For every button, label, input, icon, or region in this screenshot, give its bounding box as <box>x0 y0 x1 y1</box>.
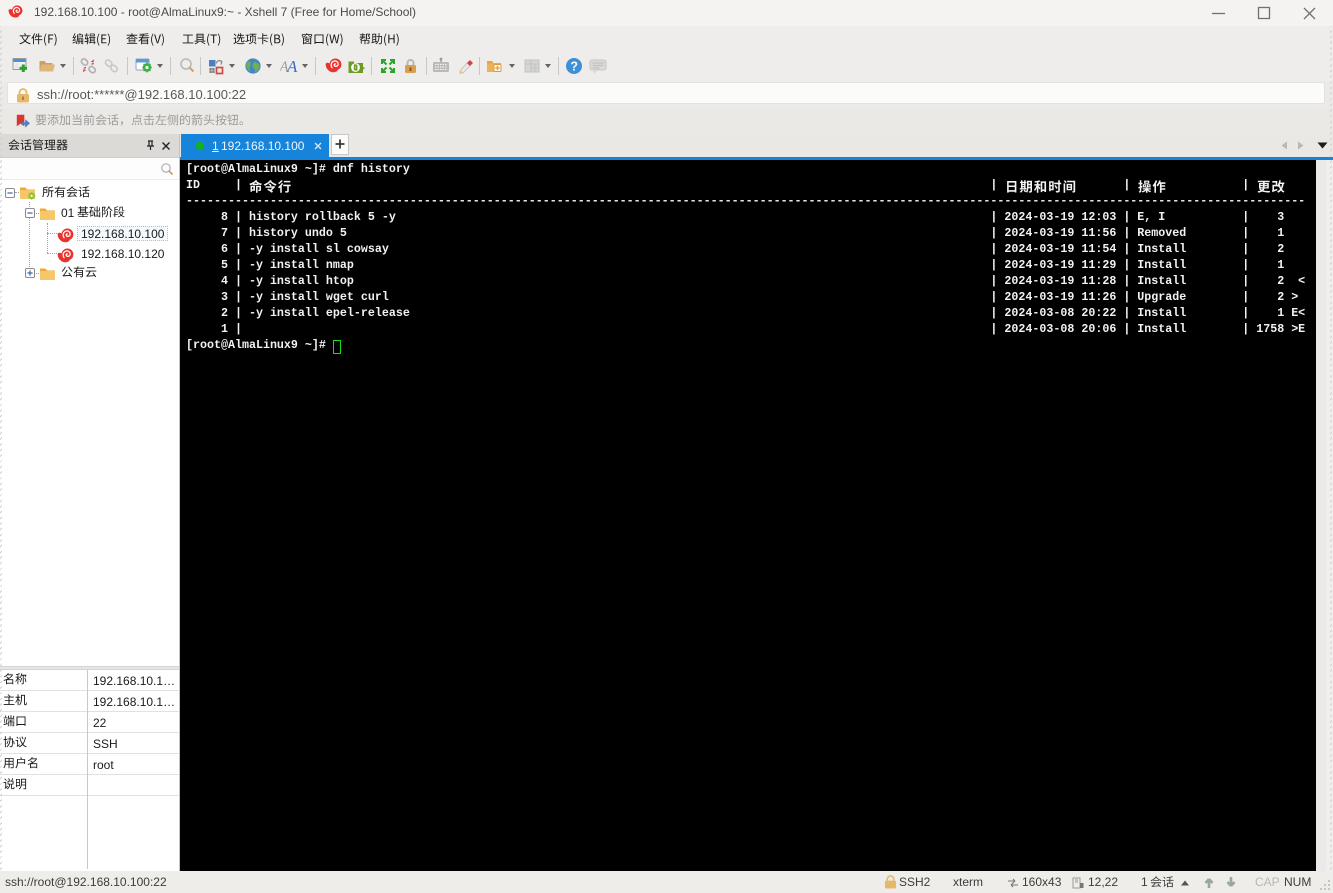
svg-text:A: A <box>286 57 298 75</box>
svg-text:?: ? <box>570 60 578 74</box>
